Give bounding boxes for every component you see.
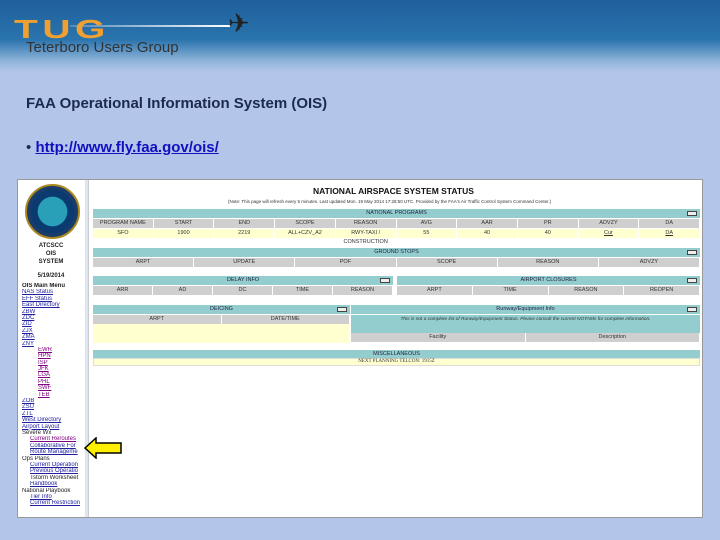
national-programs-columns: PROGRAM NAME START END SCOPE REASON AVG AAR PR A… (93, 219, 701, 228)
column-header: END (214, 219, 276, 228)
column-header: ARPT (93, 315, 222, 324)
bullet-item: • http://www.fly.faa.gov/ois/ (26, 139, 219, 156)
sidebar-date: 5/19/2014 (37, 273, 65, 279)
table-cell[interactable]: Cur (579, 229, 640, 238)
section-title: DELAY INFO (226, 277, 260, 283)
section-title: NATIONAL PROGRAMS (366, 210, 427, 216)
column-header: START (154, 219, 215, 228)
sidebar-link[interactable]: Current Restriction (22, 500, 80, 506)
main-content: NATIONAL AIRSPACE SYSTEM STATUS (Note: T… (93, 180, 701, 517)
column-header: UPDATE (194, 258, 296, 267)
table-cell: 40 (518, 229, 579, 238)
table-cell: 2219 (214, 229, 276, 238)
column-header: PROGRAM NAME (93, 219, 154, 228)
page-title: NATIONAL AIRSPACE SYSTEM STATUS (313, 186, 474, 196)
airplane-icon: ✈ (228, 8, 250, 38)
column-header: TIME (273, 286, 333, 295)
column-header: DA (639, 219, 701, 228)
print-button[interactable] (337, 307, 347, 312)
refresh-note: (Note: This page will refresh every 5 mi… (228, 199, 552, 204)
table-cell: RWY-TAXI / CONSTRUCTION (336, 229, 397, 245)
column-header: SCOPE (275, 219, 336, 228)
sidebar-title: OIS (45, 251, 57, 257)
column-header: AVG (397, 219, 458, 228)
column-header: Description (526, 333, 700, 342)
ground-stops-header: GROUND STOPS (93, 248, 700, 257)
delay-info-header: DELAY INFO (93, 276, 393, 285)
sidebar-link[interactable]: Previous Operatio (22, 468, 80, 474)
print-button[interactable] (687, 278, 697, 283)
column-header: PR (518, 219, 579, 228)
ground-stops-columns: ARPT UPDATE POF SCOPE REASON ADVZY (93, 258, 701, 267)
column-header: SCOPE (397, 258, 498, 267)
column-header: REASON (336, 219, 397, 228)
table-cell[interactable]: DA (639, 229, 701, 238)
section-title: DEICING (210, 306, 233, 312)
print-button[interactable] (380, 278, 390, 283)
table-cell: 40 (457, 229, 518, 238)
banner: TUG ✈ Teterboro Users Group (0, 0, 720, 72)
table-row: SFO 1900 2219 ALL+CZV_A2 RWY-TAXI / CONSTRUC… (93, 229, 701, 245)
slide-title: FAA Operational Information System (OIS) (26, 95, 328, 112)
runway-columns: Facility Description (351, 333, 700, 342)
print-button[interactable] (687, 307, 697, 312)
column-header: ARPT (93, 258, 195, 267)
column-header: REASON (498, 258, 599, 267)
column-header: DATE/TIME (222, 315, 350, 324)
misc-text: NEXT PLANNING TELCON: 1915Z (93, 358, 700, 366)
sidebar-title: ATCSCC (38, 243, 64, 249)
sidebar-link[interactable]: Route Manageme (22, 449, 80, 455)
section-title: GROUND STOPS (374, 249, 419, 255)
print-button[interactable] (687, 211, 697, 216)
column-header: POF (295, 258, 397, 267)
column-header: ADVZY (599, 258, 701, 267)
yellow-arrow-icon (84, 437, 122, 459)
table-cell: 1900 (154, 229, 215, 238)
column-header: REOPEN (624, 286, 700, 295)
atcscc-seal (25, 184, 80, 239)
column-header: TIME (473, 286, 549, 295)
ois-screenshot: ATCSCC OIS SYSTEM 5/19/2014 OIS Main Men… (17, 179, 703, 518)
table-cell: ALL+CZV_A2 (275, 229, 336, 238)
misc-header: MISCELLANEOUS (93, 350, 700, 358)
bullet-marker: • (26, 139, 32, 156)
table-cell: 55 (397, 229, 458, 238)
column-header: AD (153, 286, 213, 295)
runway-note: This is not a complete list of Runway/Eq… (351, 315, 700, 333)
scrollbar[interactable] (85, 180, 88, 517)
column-header: ARPT (397, 286, 473, 295)
sidebar-link[interactable]: Current Reroutes (22, 436, 80, 442)
airport-closures-columns: ARPT TIME REASON REOPEN (397, 286, 700, 295)
column-header: Facility (351, 333, 526, 342)
delay-info-columns: ARR AD DC TIME REASON (93, 286, 393, 295)
column-header: ADVZY (579, 219, 640, 228)
deicing-header: DEICING (93, 305, 350, 314)
column-header: DC (213, 286, 273, 295)
print-button[interactable] (687, 250, 697, 255)
section-title: Runway/Equipment Info (496, 306, 555, 312)
column-header: ARR (93, 286, 153, 295)
national-programs-header: NATIONAL PROGRAMS (93, 209, 700, 218)
deicing-empty-row (93, 324, 350, 343)
logo-subtitle: Teterboro Users Group (26, 39, 179, 56)
runway-info-header: Runway/Equipment Info (351, 305, 700, 314)
sidebar-title: SYSTEM (38, 259, 64, 265)
column-header: REASON (333, 286, 393, 295)
column-header: REASON (549, 286, 625, 295)
sidebar-nav: OIS Main Menu NAS Status EFF Status East Di… (22, 283, 80, 507)
section-title: AIRPORT CLOSURES (520, 277, 577, 283)
sidebar: ATCSCC OIS SYSTEM 5/19/2014 OIS Main Men… (18, 180, 89, 517)
table-cell: SFO (93, 229, 154, 238)
ois-link[interactable]: http://www.fly.faa.gov/ois/ (35, 139, 218, 156)
column-header: AAR (457, 219, 518, 228)
airport-closures-header: AIRPORT CLOSURES (397, 276, 700, 285)
deicing-columns: ARPT DATE/TIME (93, 315, 350, 324)
